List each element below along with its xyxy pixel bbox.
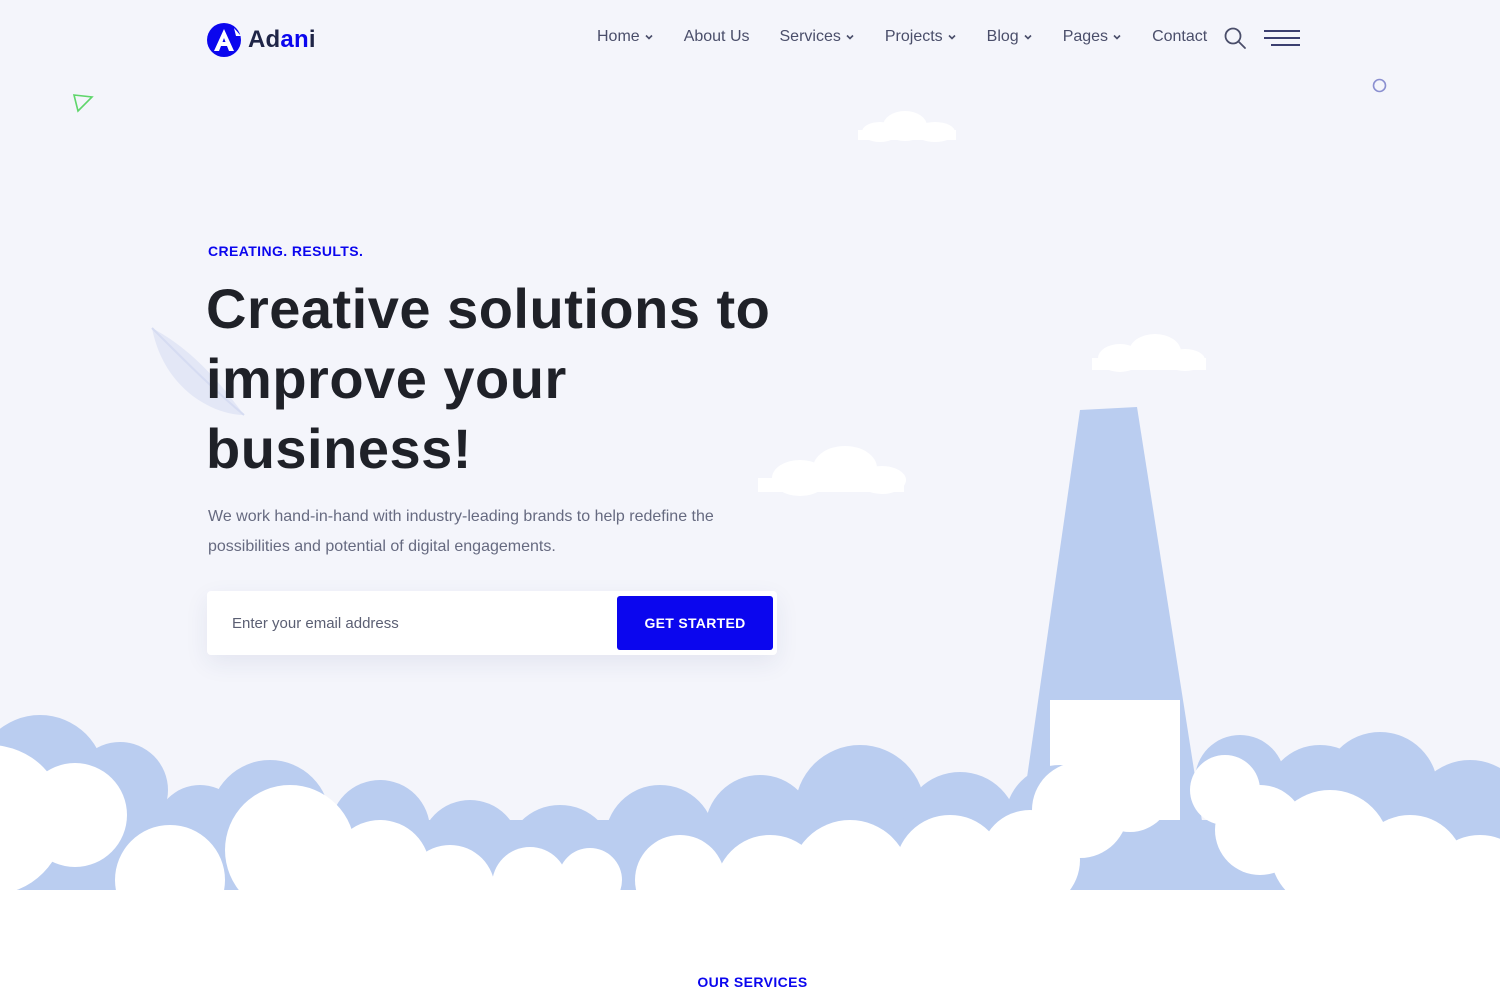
site-header: Adani Home About Us Services Projects Bl… [0, 0, 1500, 80]
chevron-down-icon [1024, 34, 1032, 40]
brand-name: Adani [248, 26, 316, 53]
nav-item-projects[interactable]: Projects [885, 28, 957, 46]
nav-item-about[interactable]: About Us [684, 28, 750, 46]
nav-item-label: Home [597, 28, 640, 45]
triangle-decoration-icon [72, 94, 94, 113]
letter-a-logo-icon [207, 23, 241, 57]
hamburger-menu-icon[interactable] [1263, 29, 1301, 47]
nav-item-pages[interactable]: Pages [1063, 28, 1122, 46]
get-started-button[interactable]: GET STARTED [617, 596, 773, 650]
chevron-down-icon [645, 34, 653, 40]
email-input[interactable] [207, 591, 617, 655]
blue-cloud-bank [0, 715, 1500, 920]
tower-base [1050, 700, 1180, 840]
hero-description: We work hand-in-hand with industry-leadi… [208, 508, 714, 555]
nav-item-contact[interactable]: Contact [1152, 28, 1207, 46]
nav-item-blog[interactable]: Blog [987, 28, 1033, 46]
search-icon[interactable] [1223, 26, 1247, 50]
email-signup-form: GET STARTED [207, 591, 777, 655]
nav-item-label: Services [779, 28, 841, 45]
nav-item-label: Contact [1152, 28, 1208, 45]
nav-item-label: Blog [986, 28, 1019, 45]
brand-logo[interactable]: Adani [206, 22, 316, 58]
hero-title-line: improve your [206, 347, 567, 410]
nav-item-label: About Us [683, 28, 750, 45]
nav-item-services[interactable]: Services [780, 28, 855, 46]
section-label-services: OUR SERVICES [697, 974, 808, 990]
small-cloud [1092, 334, 1206, 372]
hero-tagline: CREATING. RESULTS. [208, 243, 364, 259]
chevron-down-icon [1113, 34, 1121, 40]
nav-item-label: Projects [884, 28, 943, 45]
cloud-scene-illustration [0, 111, 1500, 1000]
hero-title: Creative solutions to improve your busin… [206, 274, 806, 484]
tower [1018, 407, 1205, 840]
nav-item-label: Pages [1062, 28, 1109, 45]
ring-decoration-icon [1372, 78, 1387, 93]
hero-title-line: business! [206, 417, 472, 480]
hero-title-line: Creative solutions to [206, 277, 771, 340]
white-cloud-bank [0, 745, 1500, 1000]
chevron-down-icon [948, 34, 956, 40]
nav-item-home[interactable]: Home [597, 28, 654, 46]
chevron-down-icon [846, 34, 854, 40]
main-nav: Home About Us Services Projects Blog Pag… [597, 28, 1235, 46]
small-cloud [858, 111, 956, 142]
